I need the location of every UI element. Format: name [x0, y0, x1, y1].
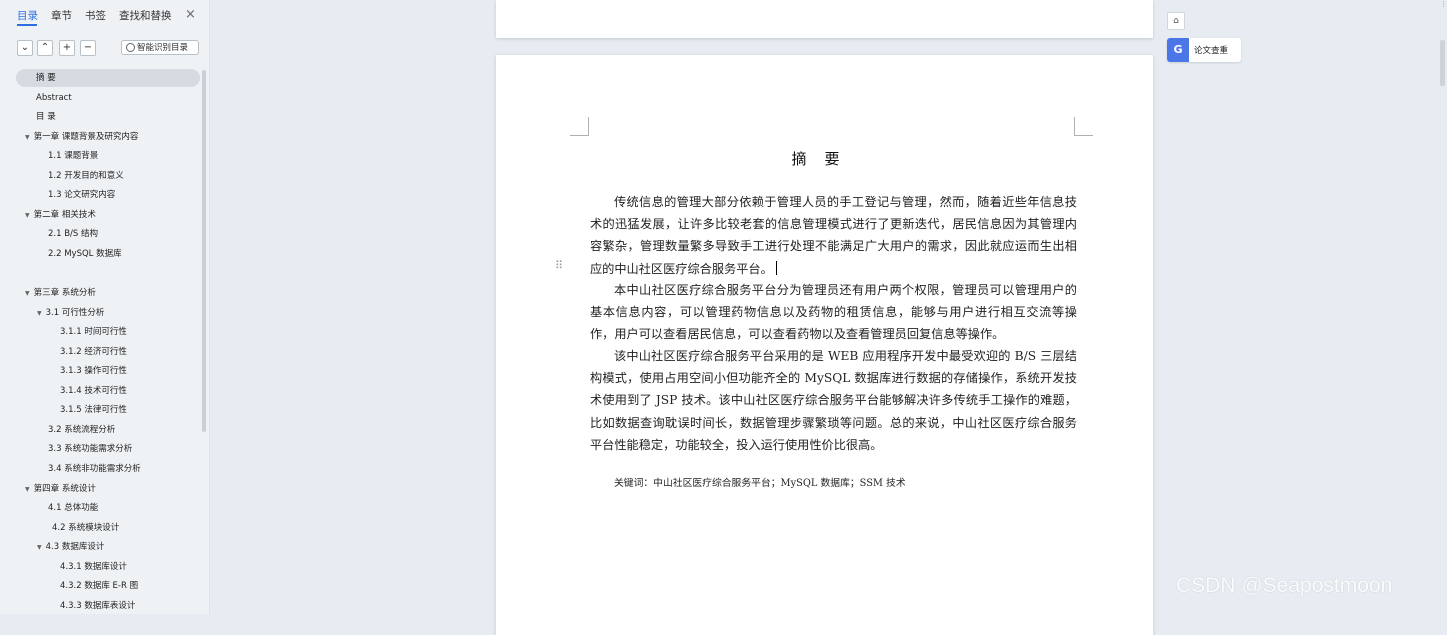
right-panel: ⌂ G 论文查重 [1165, 0, 1447, 614]
sidebar-scrollbar[interactable] [202, 70, 206, 432]
toc-item-3-1-2[interactable]: 3.1.2 经济可行性 [60, 343, 127, 361]
collapse-panel-button[interactable]: ⌂ [1167, 12, 1185, 30]
toc-item-3-1-1[interactable]: 3.1.1 时间可行性 [60, 323, 127, 341]
toc-item-3-2[interactable]: 3.2 系统流程分析 [48, 421, 115, 439]
text-cursor [775, 260, 778, 275]
toc-item-abstract-cn[interactable]: 摘 要 [16, 69, 200, 87]
toc-item-label: 第三章 系统分析 [33, 288, 96, 298]
sidebar-tabs: 目录 章节 书签 查找和替换 × [0, 0, 209, 30]
document-scrollbar[interactable] [1440, 40, 1445, 86]
add-heading-button[interactable]: + [59, 40, 75, 56]
tab-bookmarks[interactable]: 书签 [85, 8, 106, 23]
margin-corner-top-right [1074, 117, 1093, 136]
toc-item-2-1[interactable]: 2.1 B/S 结构 [48, 225, 98, 243]
toc-item-3-3[interactable]: 3.3 系统功能需求分析 [48, 440, 132, 458]
toc-item-1-1[interactable]: 1.1 课题背景 [48, 147, 98, 165]
abstract-paragraph-3[interactable]: 该中山社区医疗综合服务平台采用的是 WEB 应用程序开发中最受欢迎的 B/S 三… [590, 345, 1077, 456]
smart-toc-label: 智能识别目录 [137, 43, 189, 53]
expand-arrow-icon[interactable]: ▼ [37, 544, 42, 551]
toc-item-4-3-3[interactable]: 4.3.3 数据库表设计 [60, 597, 135, 615]
expand-all-button[interactable]: ⌃ [37, 40, 53, 56]
toc-item-3-1-3[interactable]: 3.1.3 操作可行性 [60, 362, 127, 380]
toc-item-4-3-1[interactable]: 4.3.1 数据库设计 [60, 558, 127, 576]
toc-item-2-2[interactable]: 2.2 MySQL 数据库 [48, 245, 122, 263]
toc-item-chapter4[interactable]: ▼ 第四章 系统设计 [25, 480, 96, 498]
toc-item-abstract[interactable]: Abstract [36, 89, 72, 107]
toc-item-chapter2[interactable]: ▼ 第二章 相关技术 [25, 206, 96, 224]
abstract-paragraph-2[interactable]: 本中山社区医疗综合服务平台分为管理员还有用户两个权限，管理员可以管理用户的基本信… [590, 279, 1077, 346]
paragraph-text: 传统信息的管理大部分依赖于管理人员的手工登记与管理，然而，随着近些年信息技术的迅… [590, 195, 1077, 276]
toc-item-1-3[interactable]: 1.3 论文研究内容 [48, 186, 115, 204]
toc-item-4-2[interactable]: 4.2 系统模块设计 [52, 519, 119, 537]
toc-item-chapter1[interactable]: ▼ 第一章 课题背景及研究内容 [25, 128, 138, 146]
expand-arrow-icon[interactable]: ▼ [25, 212, 30, 219]
smart-toc-button[interactable]: 智能识别目录 [121, 40, 199, 55]
toc-item-4-1[interactable]: 4.1 总体功能 [48, 499, 98, 517]
collapse-all-button[interactable]: ⌄ [17, 40, 33, 56]
toc-item-label: 第一章 课题背景及研究内容 [33, 132, 139, 142]
document-page[interactable]: 摘要 传统信息的管理大部分依赖于管理人员的手工登记与管理，然而，随着近些年信息技… [496, 55, 1153, 635]
page-title: 摘要 [791, 150, 858, 168]
toc-item-3-1-5[interactable]: 3.1.5 法律可行性 [60, 401, 127, 419]
more-icon[interactable]: ⋮ [1440, 0, 1447, 8]
toc-sidebar: 目录 章节 书签 查找和替换 × ⌄ ⌃ + − 智能识别目录 摘 要 Abst… [0, 0, 210, 614]
close-icon[interactable]: × [185, 7, 196, 22]
remove-heading-button[interactable]: − [80, 40, 96, 56]
abstract-paragraph-1[interactable]: 传统信息的管理大部分依赖于管理人员的手工登记与管理，然而，随着近些年信息技术的迅… [590, 191, 1077, 280]
margin-corner-top-left [570, 117, 589, 136]
toc-item-3-4[interactable]: 3.4 系统非功能需求分析 [48, 460, 141, 478]
toc-item-4-3[interactable]: ▼ 4.3 数据库设计 [37, 538, 104, 556]
toc-item-3-1[interactable]: ▼ 3.1 可行性分析 [37, 304, 104, 322]
tab-toc[interactable]: 目录 [17, 8, 38, 23]
toc-item-label: 第四章 系统设计 [33, 484, 96, 494]
expand-arrow-icon[interactable]: ▼ [37, 310, 42, 317]
toc-item-label: 摘 要 [36, 73, 56, 83]
active-tab-indicator [17, 24, 37, 26]
watermark: CSDN @Seapostmoon [1176, 574, 1393, 597]
keywords-line[interactable]: 关键词：中山社区医疗综合服务平台；MySQL 数据库；SSM 技术 [614, 475, 906, 489]
expand-arrow-icon[interactable]: ▼ [25, 486, 30, 493]
tab-find-replace[interactable]: 查找和替换 [119, 8, 172, 23]
toc-item-label: 4.3 数据库设计 [45, 542, 105, 552]
toc-item-4-3-2[interactable]: 4.3.2 数据库 E-R 图 [60, 577, 138, 595]
toc-item-contents[interactable]: 目 录 [36, 108, 56, 126]
drag-handle-icon[interactable]: ⠿ [555, 259, 563, 272]
plagiarism-icon: G [1167, 38, 1189, 62]
expand-arrow-icon[interactable]: ▼ [25, 290, 30, 297]
toc-item-1-2[interactable]: 1.2 开发目的和意义 [48, 167, 124, 185]
plagiarism-check-button[interactable]: G 论文查重 [1167, 38, 1241, 62]
plagiarism-label: 论文查重 [1194, 46, 1229, 56]
toc-item-chapter3[interactable]: ▼ 第三章 系统分析 [25, 284, 96, 302]
expand-arrow-icon[interactable]: ▼ [25, 134, 30, 141]
toc-item-label: 第二章 相关技术 [33, 210, 96, 220]
toc-item-label: 3.1 可行性分析 [45, 308, 105, 318]
toc-item-3-1-4[interactable]: 3.1.4 技术可行性 [60, 382, 127, 400]
smart-recognize-icon [126, 43, 135, 52]
previous-page [496, 0, 1153, 38]
tab-chapters[interactable]: 章节 [51, 8, 72, 23]
